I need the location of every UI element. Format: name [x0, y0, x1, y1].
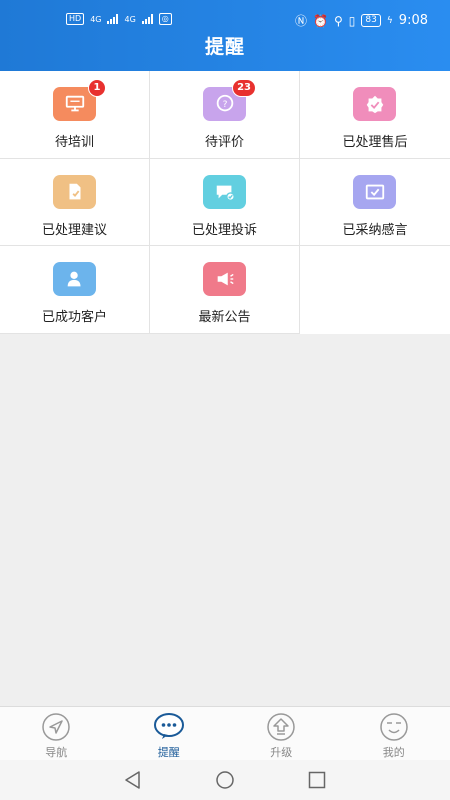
grid-item-pending-review[interactable]: ? 23 待评价 — [150, 71, 300, 159]
nfc-icon: Ⓝ — [295, 14, 308, 28]
reminder-grid: 1 待培训 ? 23 待评价 已处理售后 已处理建议 已处理投诉 已采纳感言 已… — [0, 71, 450, 334]
app-header: HD 4G 4G ◎ Ⓝ ⏰ ⚲ ▯ 83 ϟ 9:08 提醒 — [0, 0, 450, 71]
navigation-arrow-icon — [42, 713, 70, 741]
grid-item-label: 已处理投诉 — [191, 222, 257, 238]
signal-icon — [141, 14, 153, 24]
document-check-icon — [53, 174, 96, 209]
nav-label: 我的 — [382, 746, 405, 759]
count-badge: 1 — [88, 79, 106, 97]
nav-label: 导航 — [45, 746, 68, 759]
presentation-icon: 1 — [53, 79, 106, 121]
alarm-icon: ⏰ — [313, 13, 328, 28]
grid-item-label: 最新公告 — [198, 310, 251, 325]
page-title: 提醒 — [204, 36, 245, 58]
mail-check-icon — [353, 174, 396, 209]
grid-item-label: 已处理售后 — [342, 135, 408, 150]
grid-item-successful-customers[interactable]: 已成功客户 — [0, 246, 150, 334]
home-icon[interactable] — [214, 769, 236, 791]
grid-item-label: 已采纳感言 — [342, 222, 408, 238]
grid-item-handled-complaints[interactable]: 已处理投诉 — [150, 158, 300, 246]
grid-item-pending-training[interactable]: 1 待培训 — [0, 71, 150, 159]
nav-tab-upgrade[interactable]: 升级 — [225, 707, 338, 760]
customer-icon — [53, 262, 96, 296]
chat-bubble-icon — [153, 713, 184, 739]
grid-item-handled-suggestions[interactable]: 已处理建议 — [0, 158, 150, 246]
status-bar: HD 4G 4G ◎ Ⓝ ⏰ ⚲ ▯ 83 ϟ 9:08 — [0, 10, 450, 32]
clock: 9:08 — [398, 13, 428, 28]
nav-label: 提醒 — [157, 746, 180, 759]
grid-empty-cell — [300, 246, 450, 334]
back-icon[interactable] — [122, 769, 144, 791]
vibrate-icon: ▯ — [348, 13, 356, 28]
nav-tab-navigation[interactable]: 导航 — [0, 707, 113, 760]
question-chat-icon: ? 23 — [203, 79, 256, 121]
nav-label: 升级 — [270, 746, 293, 759]
app-notification-icon: ◎ — [158, 13, 172, 25]
nav-tab-reminders[interactable]: 提醒 — [113, 707, 226, 760]
grid-item-label: 待培训 — [54, 135, 94, 150]
network-type-1: 4G — [90, 14, 102, 24]
grid-item-handled-after-sales[interactable]: 已处理售后 — [300, 71, 450, 159]
grid-item-label: 已处理建议 — [41, 222, 107, 238]
message-check-icon — [203, 174, 246, 209]
svg-text:?: ? — [222, 99, 227, 110]
megaphone-icon — [203, 262, 246, 296]
certified-badge-icon — [353, 87, 396, 121]
charging-icon: ϟ — [386, 15, 393, 26]
recents-icon[interactable] — [306, 769, 328, 791]
grid-item-label: 已成功客户 — [41, 310, 107, 325]
grid-item-adopted-testimonials[interactable]: 已采纳感言 — [300, 158, 450, 246]
system-nav-bar — [0, 760, 450, 800]
signal-icon — [107, 14, 119, 24]
hd-indicator: HD — [66, 13, 85, 25]
grid-item-label: 待评价 — [204, 135, 244, 150]
nav-tab-profile[interactable]: 我的 — [338, 707, 450, 760]
bottom-nav: 导航 提醒 升级 我的 — [0, 706, 450, 760]
grid-item-latest-announcement[interactable]: 最新公告 — [150, 246, 300, 334]
count-badge: 23 — [232, 79, 256, 97]
network-type-2: 4G — [124, 14, 136, 24]
smiley-face-icon — [380, 713, 408, 741]
battery-icon: 83 — [361, 14, 381, 27]
upgrade-arrow-icon — [267, 713, 295, 741]
location-icon: ⚲ — [334, 13, 343, 28]
